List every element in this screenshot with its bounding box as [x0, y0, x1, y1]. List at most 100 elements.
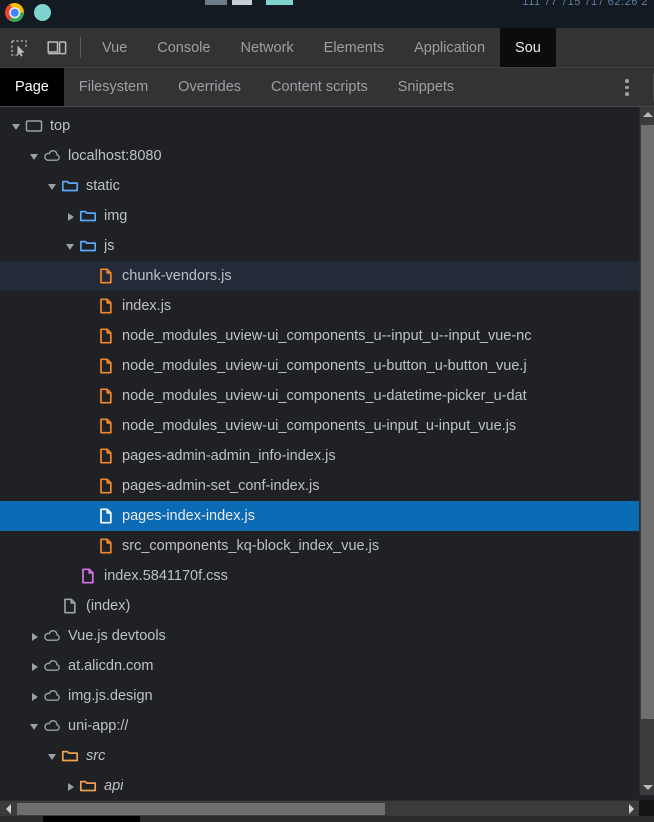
os-clock: 111 77 715 717 62:26 2 [522, 0, 648, 8]
tree-row[interactable]: uni-app:// [0, 711, 654, 741]
cloud-icon [43, 627, 61, 645]
vertical-scrollbar-thumb[interactable] [641, 125, 654, 719]
tree-row[interactable]: pages-admin-admin_info-index.js [0, 441, 654, 471]
chevron-down-icon[interactable] [28, 150, 41, 163]
navigator-tree-panel[interactable]: top localhost:8080 static img js chunk-vendor… [0, 107, 654, 795]
cloud-icon [43, 147, 61, 165]
chevron-right-icon[interactable] [64, 210, 77, 223]
tab-vue[interactable]: Vue [87, 28, 142, 67]
tree-row[interactable]: src [0, 741, 654, 771]
chevron-right-icon[interactable] [28, 630, 41, 643]
tree-row[interactable]: node_modules_uview-ui_components_u-input… [0, 411, 654, 441]
tree-row-label: (index) [86, 598, 131, 614]
chevron-down-icon[interactable] [46, 180, 59, 193]
tab-sources[interactable]: Sou [500, 28, 556, 67]
tab-application[interactable]: Application [399, 28, 500, 67]
tree-row[interactable]: chunk-vendors.js [0, 261, 654, 291]
file-js-icon [97, 477, 115, 495]
tab-network[interactable]: Network [225, 28, 308, 67]
vertical-scrollbar[interactable] [639, 107, 654, 795]
chevron-down-icon[interactable] [28, 720, 41, 733]
tree-row[interactable]: at.alicdn.com [0, 651, 654, 681]
tree-row[interactable]: pages-index-index.js [0, 501, 654, 531]
tree-row[interactable]: static [0, 171, 654, 201]
scrollbar-corner [639, 800, 654, 816]
folder-orange-icon [61, 747, 79, 765]
clipped-glyph-a [205, 0, 227, 5]
inspect-element-icon[interactable] [0, 28, 38, 67]
clipped-glyph-c [266, 0, 293, 5]
tab-elements[interactable]: Elements [309, 28, 399, 67]
subtab-overrides[interactable]: Overrides [163, 68, 256, 106]
clipped-glyph-b [232, 0, 252, 5]
devtools-tabbar: Vue Console Network Elements Application… [0, 28, 654, 68]
devtools-window: 111 77 715 717 62:26 2 Vue Console Netwo… [0, 0, 654, 822]
subtab-filesystem[interactable]: Filesystem [64, 68, 163, 106]
subtab-content-scripts[interactable]: Content scripts [256, 68, 383, 106]
tree-row[interactable]: node_modules_uview-ui_components_u-datet… [0, 381, 654, 411]
frame-icon [25, 117, 43, 135]
device-toolbar-icon[interactable] [38, 28, 76, 67]
file-css-icon [79, 567, 97, 585]
scroll-left-arrow-icon[interactable] [0, 801, 16, 816]
horizontal-scrollbar[interactable] [0, 800, 639, 816]
chevron-down-icon[interactable] [64, 240, 77, 253]
tree-row-label: src_components_kq-block_index_vue.js [122, 538, 380, 554]
tree-row-label: chunk-vendors.js [122, 268, 232, 284]
tree-row[interactable]: node_modules_uview-ui_components_u--inpu… [0, 321, 654, 351]
folder-blue-icon [61, 177, 79, 195]
cloud-icon [43, 717, 61, 735]
tree-row[interactable]: src_components_kq-block_index_vue.js [0, 531, 654, 561]
tree-row[interactable]: localhost:8080 [0, 141, 654, 171]
tree-row-label: api [104, 778, 124, 794]
scroll-down-arrow-icon[interactable] [640, 780, 654, 795]
tree-row[interactable]: img [0, 201, 654, 231]
folder-orange-icon [79, 777, 97, 795]
tree-row-label: node_modules_uview-ui_components_u-input… [122, 418, 517, 434]
tree-row[interactable]: top [0, 111, 654, 141]
chevron-down-icon[interactable] [10, 120, 23, 133]
tree-row-label: pages-admin-set_conf-index.js [122, 478, 320, 494]
tree-row[interactable]: node_modules_uview-ui_components_u-butto… [0, 351, 654, 381]
tree-row-label: js [104, 238, 115, 254]
tree-row[interactable]: js [0, 231, 654, 261]
folder-blue-icon [79, 237, 97, 255]
scroll-up-arrow-icon[interactable] [640, 107, 654, 122]
file-js-icon [97, 387, 115, 405]
tree-row-label: index.js [122, 298, 172, 314]
tree-row-label: node_modules_uview-ui_components_u-datet… [122, 388, 527, 404]
chevron-down-icon[interactable] [46, 750, 59, 763]
tree-row[interactable]: index.js [0, 291, 654, 321]
tree-row-label: pages-index-index.js [122, 508, 255, 524]
subtab-snippets[interactable]: Snippets [383, 68, 469, 106]
chevron-right-icon[interactable] [28, 690, 41, 703]
toolbar-divider [80, 37, 81, 58]
subtab-page[interactable]: Page [0, 68, 64, 106]
tree-row[interactable]: img.js.design [0, 681, 654, 711]
file-doc-icon [61, 597, 79, 615]
kebab-menu-icon[interactable] [616, 68, 638, 107]
scroll-right-arrow-icon[interactable] [623, 801, 639, 816]
tree-row-label: at.alicdn.com [68, 658, 154, 674]
tree-row-label: top [50, 118, 71, 134]
tree-row-label: index.5841170f.css [104, 568, 228, 584]
chevron-right-icon[interactable] [28, 660, 41, 673]
horizontal-scrollbar-thumb[interactable] [17, 803, 385, 815]
tree-row[interactable]: pages-admin-set_conf-index.js [0, 471, 654, 501]
tab-console[interactable]: Console [142, 28, 225, 67]
tree-row[interactable]: index.5841170f.css [0, 561, 654, 591]
chevron-right-icon[interactable] [64, 780, 77, 793]
teal-circle-icon[interactable] [34, 4, 51, 21]
tree-row-label: pages-admin-admin_info-index.js [122, 448, 336, 464]
tree-row[interactable]: Vue.js devtools [0, 621, 654, 651]
file-js-icon [97, 267, 115, 285]
chrome-logo-icon[interactable] [5, 3, 24, 22]
tree-row[interactable]: api [0, 771, 654, 795]
tree-row[interactable]: (index) [0, 591, 654, 621]
